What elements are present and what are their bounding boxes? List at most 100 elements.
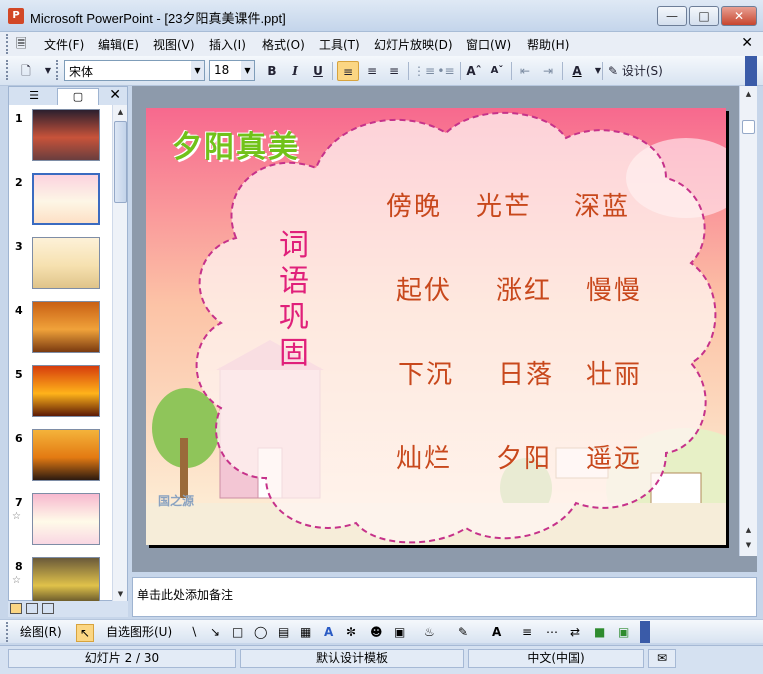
oval-icon[interactable]: ◯ — [254, 624, 267, 642]
toolbar-handle-2[interactable] — [56, 60, 59, 80]
menu-help[interactable]: 帮助(H) — [527, 36, 569, 53]
chevron-down-icon[interactable]: ▼ — [191, 61, 204, 80]
decrease-indent-icon[interactable]: ⇤ — [515, 61, 535, 81]
increase-font-icon[interactable]: Aˆ — [464, 61, 484, 81]
toolbar-handle[interactable] — [6, 60, 9, 80]
slide-sorter-icon[interactable] — [26, 603, 38, 614]
slideshow-view-icon[interactable] — [42, 603, 54, 614]
current-slide[interactable]: 夕阳真美 词 语 巩 固 傍晚 光芒 深蓝 起伏 涨红 慢慢 下沉 日落 壮丽 … — [146, 108, 726, 545]
close-panel-icon[interactable]: ✕ — [109, 87, 121, 103]
dash-style-icon[interactable]: ⋯ — [546, 624, 558, 642]
toolbar-separator — [602, 62, 603, 80]
toolbar-overflow-icon[interactable] — [640, 621, 650, 643]
scroll-up-icon[interactable]: ▲ — [114, 106, 127, 119]
underline-button[interactable]: U — [308, 61, 328, 81]
menu-edit[interactable]: 编辑(E) — [98, 36, 139, 53]
line-color-icon[interactable]: ✎ — [458, 624, 468, 642]
slide-thumbnail[interactable] — [32, 493, 100, 545]
scroll-thumb[interactable] — [114, 121, 127, 203]
chevron-down-icon[interactable]: ▼ — [588, 61, 608, 81]
line-style-icon[interactable]: ≡ — [522, 624, 532, 642]
slide-thumbnail[interactable] — [32, 237, 100, 289]
3d-icon[interactable]: ▣ — [618, 624, 629, 642]
italic-button[interactable]: I — [285, 61, 305, 81]
menu-file[interactable]: 文件(F) — [44, 36, 84, 53]
scroll-up-icon[interactable]: ▲ — [742, 88, 755, 101]
tab-slides[interactable]: ▢ — [57, 88, 99, 105]
slide-thumbnail-row[interactable]: 4 — [9, 297, 113, 361]
menu-window[interactable]: 窗口(W) — [466, 36, 511, 53]
slide-thumbnail[interactable] — [32, 557, 100, 602]
align-left-icon[interactable]: ≡ — [337, 61, 359, 81]
shadow-icon[interactable]: ■ — [594, 624, 605, 642]
toolbar-overflow-icon[interactable] — [745, 56, 757, 86]
slide-thumbnail-row[interactable]: 6 — [9, 425, 113, 489]
line-icon[interactable]: ∖ — [190, 624, 198, 642]
textbox-icon[interactable]: ▤ — [278, 624, 289, 642]
align-right-icon[interactable]: ≡ — [384, 61, 404, 81]
slide-thumbnail[interactable] — [32, 301, 100, 353]
vertical-textbox-icon[interactable]: ▦ — [300, 624, 311, 642]
rectangle-icon[interactable]: □ — [232, 624, 243, 642]
select-pointer-icon[interactable]: ↖ — [76, 624, 94, 642]
minimize-button[interactable]: — — [657, 6, 687, 26]
bold-button[interactable]: B — [262, 61, 282, 81]
close-window-button[interactable]: ✕ — [721, 6, 757, 26]
font-size-combo[interactable]: 18 ▼ — [209, 60, 255, 81]
thumbs-scrollbar[interactable]: ▲ ▼ — [112, 105, 127, 602]
slide-thumbnail[interactable] — [32, 109, 100, 161]
notes-pane[interactable]: 单击此处添加备注 — [132, 577, 757, 617]
chevron-down-icon[interactable]: ▼ — [241, 61, 254, 80]
powerpoint-icon[interactable]: P — [8, 8, 24, 24]
design-template-name[interactable]: 默认设计模板 — [240, 649, 464, 668]
tab-outline[interactable]: ☰ — [13, 88, 55, 105]
new-document-icon[interactable]: 🗋 — [16, 61, 36, 81]
menu-insert[interactable]: 插入(I) — [209, 36, 246, 53]
design-button[interactable]: ✎ 设计(S) — [608, 61, 663, 81]
picture-icon[interactable]: ▣ — [394, 624, 405, 642]
scroll-down-icon[interactable]: ▼ — [114, 588, 127, 601]
slide-thumbnail-row[interactable]: 2 — [9, 169, 113, 233]
toolbar-handle[interactable] — [6, 622, 9, 642]
menubar-handle[interactable] — [6, 34, 9, 54]
font-color-icon[interactable]: A — [492, 624, 501, 642]
slide-scrollbar[interactable]: ▲ ▲ ▼ — [739, 86, 757, 556]
increase-indent-icon[interactable]: ⇥ — [538, 61, 558, 81]
menu-view[interactable]: 视图(V) — [153, 36, 195, 53]
slide-thumbnail-row[interactable]: 1 — [9, 105, 113, 169]
menu-tools[interactable]: 工具(T) — [319, 36, 360, 53]
maximize-button[interactable]: □ — [689, 6, 719, 26]
bullets-icon[interactable]: •≡ — [436, 61, 456, 81]
clipart-icon[interactable]: ☻ — [370, 624, 383, 642]
slide-thumbnail[interactable] — [31, 172, 101, 226]
menu-format[interactable]: 格式(O) — [262, 36, 305, 53]
autoshapes-menu[interactable]: 自选图形(U) — [106, 624, 172, 642]
slide-thumbnail[interactable] — [32, 365, 100, 417]
arrow-style-icon[interactable]: ⇄ — [570, 624, 580, 642]
previous-slide-icon[interactable]: ▲ — [742, 524, 755, 537]
decrease-font-icon[interactable]: Aˇ — [487, 61, 507, 81]
normal-view-icon[interactable] — [10, 603, 22, 614]
slide-thumbnail-row[interactable]: 8 ☆ — [9, 553, 113, 602]
wordart-icon[interactable]: A — [324, 624, 333, 642]
diagram-icon[interactable]: ✼ — [346, 624, 356, 642]
spelling-icon[interactable]: ✉ — [648, 649, 676, 668]
fill-color-icon[interactable]: ♨ — [424, 624, 435, 642]
scroll-thumb[interactable] — [742, 120, 755, 134]
toolbar-options-icon[interactable]: ▼ — [38, 61, 58, 81]
slide-thumbnail[interactable] — [32, 429, 100, 481]
slide-thumbnail-row[interactable]: 5 — [9, 361, 113, 425]
font-color-icon[interactable]: A — [567, 61, 587, 81]
draw-menu[interactable]: 绘图(R) — [20, 624, 62, 642]
notes-placeholder[interactable]: 单击此处添加备注 — [137, 586, 233, 603]
document-icon[interactable]: 🗏 — [16, 35, 26, 57]
slide-thumbnail-row[interactable]: 7 ☆ — [9, 489, 113, 553]
numbering-icon[interactable]: ⋮≡ — [413, 61, 435, 81]
arrow-icon[interactable]: ↘ — [210, 624, 220, 642]
menu-slideshow[interactable]: 幻灯片放映(D) — [374, 36, 453, 53]
align-center-icon[interactable]: ≡ — [362, 61, 382, 81]
close-document-icon[interactable]: ✕ — [741, 35, 753, 51]
next-slide-icon[interactable]: ▼ — [742, 539, 755, 552]
font-name-combo[interactable]: 宋体 ▼ — [64, 60, 205, 81]
slide-thumbnail-row[interactable]: 3 — [9, 233, 113, 297]
